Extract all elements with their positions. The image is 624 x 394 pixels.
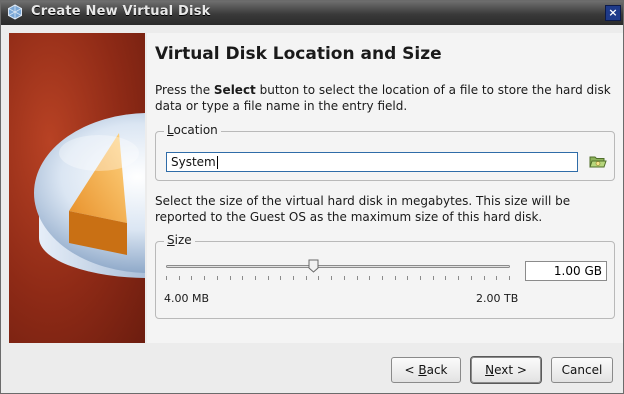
select-location-button[interactable]: [588, 152, 608, 172]
slider-tick: [509, 276, 510, 280]
title-bar[interactable]: Create New Virtual Disk ×: [1, 1, 623, 25]
slider-tick: [305, 276, 307, 280]
slider-tick: [483, 276, 485, 280]
wizard-page: Virtual Disk Location and Size Press the…: [147, 33, 623, 343]
slider-tick: [318, 276, 320, 280]
slider-tick: [331, 276, 333, 280]
location-legend: Location: [164, 123, 221, 137]
next-button-rest: ext >: [494, 363, 527, 377]
wizard-banner: [9, 33, 145, 343]
size-min-label: 4.00 MB: [164, 292, 210, 305]
create-virtual-disk-dialog: Create New Virtual Disk × Virtual Disk L…: [0, 0, 624, 394]
size-max-label: 2.00 TB: [476, 292, 519, 305]
size-slider-handle[interactable]: [308, 259, 319, 273]
slider-tick: [267, 276, 269, 280]
size-legend-mnemonic: S: [167, 233, 175, 247]
slider-tick: [420, 276, 422, 280]
back-button-rest: ack: [426, 363, 448, 377]
back-button-prefix: <: [404, 363, 419, 377]
slider-tick: [242, 276, 244, 280]
location-desc-select-word: Select: [213, 83, 256, 97]
location-input[interactable]: System: [166, 152, 578, 172]
slider-tick: [432, 276, 434, 280]
slider-tick: [458, 276, 460, 280]
back-button[interactable]: < Back: [391, 357, 461, 383]
location-desc-prefix: Press the: [155, 83, 214, 97]
slider-tick: [166, 276, 167, 280]
slider-tick: [254, 276, 256, 280]
window-title: Create New Virtual Disk: [31, 4, 211, 19]
disk-illustration: [34, 113, 145, 278]
slider-tick: [178, 276, 180, 280]
close-button[interactable]: ×: [605, 5, 621, 21]
slider-tick: [216, 276, 218, 280]
slider-tick: [280, 276, 282, 280]
slider-tick: [356, 276, 358, 280]
slider-tick: [369, 276, 371, 280]
size-group: Size 4.00 MB 2.00 TB 1.00 GB: [155, 233, 615, 319]
slider-tick: [381, 276, 383, 280]
cancel-button[interactable]: Cancel: [551, 357, 613, 383]
location-group: Location System: [155, 123, 615, 181]
slider-tick: [445, 276, 447, 280]
slider-tick: [229, 276, 231, 280]
location-input-value: System: [171, 155, 216, 169]
folder-open-icon: [589, 156, 607, 168]
location-description: Press the Select button to select the lo…: [155, 82, 617, 114]
slider-tick: [407, 276, 409, 280]
slider-tick: [496, 276, 498, 280]
location-legend-rest: ocation: [173, 123, 218, 137]
size-legend-rest: ize: [174, 233, 192, 247]
slider-tick: [470, 276, 472, 280]
size-input[interactable]: 1.00 GB: [525, 261, 607, 281]
close-icon: ×: [608, 6, 618, 19]
virtualbox-app-icon: [8, 4, 22, 20]
size-legend: Size: [164, 233, 195, 247]
size-slider-track[interactable]: [166, 265, 510, 268]
slider-tick: [394, 276, 396, 280]
next-button[interactable]: Next >: [471, 357, 541, 383]
slider-tick: [191, 276, 193, 280]
text-caret: [216, 156, 218, 169]
size-description: Select the size of the virtual hard disk…: [155, 194, 571, 224]
slider-tick: [293, 276, 295, 280]
next-button-mnemonic: N: [485, 363, 495, 377]
page-title: Virtual Disk Location and Size: [155, 44, 442, 64]
back-button-mnemonic: B: [418, 363, 427, 377]
slider-tick: [343, 276, 345, 280]
slider-tick: [204, 276, 206, 280]
size-slider-ticks: [166, 276, 510, 282]
